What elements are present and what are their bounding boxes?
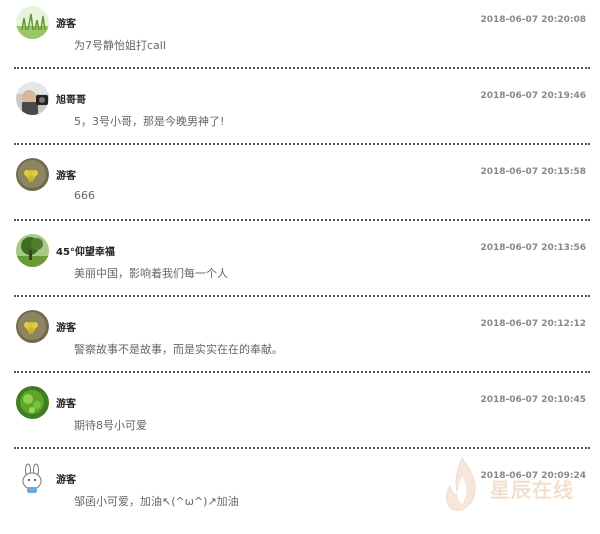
timestamp: 2018-06-07 20:15:58 [480, 167, 586, 177]
divider [14, 219, 590, 221]
timestamp: 2018-06-07 20:09:24 [480, 471, 586, 481]
comment-text: 美丽中国，影响着我们每一个人 [74, 267, 228, 280]
comment-text: 警察故事不是故事，而是实实在在的奉献。 [74, 343, 283, 356]
grass-avatar-icon[interactable] [16, 6, 49, 39]
timestamp: 2018-06-07 20:19:46 [480, 91, 586, 101]
username[interactable]: 旭哥哥 [56, 91, 86, 106]
timestamp: 2018-06-07 20:20:08 [480, 15, 586, 25]
comment-item: 游客 2018-06-07 20:20:08 为7号静怡姐打call [14, 2, 590, 78]
comment-text: 期待8号小可爱 [74, 419, 147, 432]
username[interactable]: 游客 [56, 471, 76, 486]
divider [14, 143, 590, 145]
username[interactable]: 45°仰望幸福 [56, 243, 115, 258]
comment-item: 45°仰望幸福 2018-06-07 20:13:56 美丽中国，影响着我们每一… [14, 230, 590, 306]
comment-text: 邹函小可爱，加油↖(^ω^)↗加油 [74, 495, 239, 508]
username[interactable]: 游客 [56, 15, 76, 30]
bunny-avatar-icon[interactable] [16, 462, 49, 495]
flower-avatar-icon[interactable] [16, 310, 49, 343]
username[interactable]: 游客 [56, 319, 76, 334]
comment-item: 游客 2018-06-07 20:09:24 邹函小可爱，加油↖(^ω^)↗加油 [14, 458, 590, 534]
timestamp: 2018-06-07 20:10:45 [480, 395, 586, 405]
comment-text: 为7号静怡姐打call [74, 39, 166, 52]
green-leaf-avatar-icon[interactable] [16, 386, 49, 419]
comment-item: 游客 2018-06-07 20:15:58 666 [14, 154, 590, 230]
divider [14, 67, 590, 69]
username[interactable]: 游客 [56, 395, 76, 410]
timestamp: 2018-06-07 20:13:56 [480, 243, 586, 253]
comment-item: 游客 2018-06-07 20:12:12 警察故事不是故事，而是实实在在的奉… [14, 306, 590, 382]
timestamp: 2018-06-07 20:12:12 [480, 319, 586, 329]
divider [14, 447, 590, 449]
comment-item: 游客 2018-06-07 20:10:45 期待8号小可爱 [14, 382, 590, 458]
comment-text: 666 [74, 189, 95, 202]
comment-text: 5，3号小哥，那是今晚男神了! [74, 115, 225, 128]
divider [14, 295, 590, 297]
comment-list: 游客 2018-06-07 20:20:08 为7号静怡姐打call 旭哥哥 2… [0, 0, 600, 520]
comment-item: 旭哥哥 2018-06-07 20:19:46 5，3号小哥，那是今晚男神了! [14, 78, 590, 154]
tree-avatar-icon[interactable] [16, 234, 49, 267]
man-photo-avatar-icon[interactable] [16, 82, 49, 115]
username[interactable]: 游客 [56, 167, 76, 182]
divider [14, 371, 590, 373]
flower-avatar-icon[interactable] [16, 158, 49, 191]
